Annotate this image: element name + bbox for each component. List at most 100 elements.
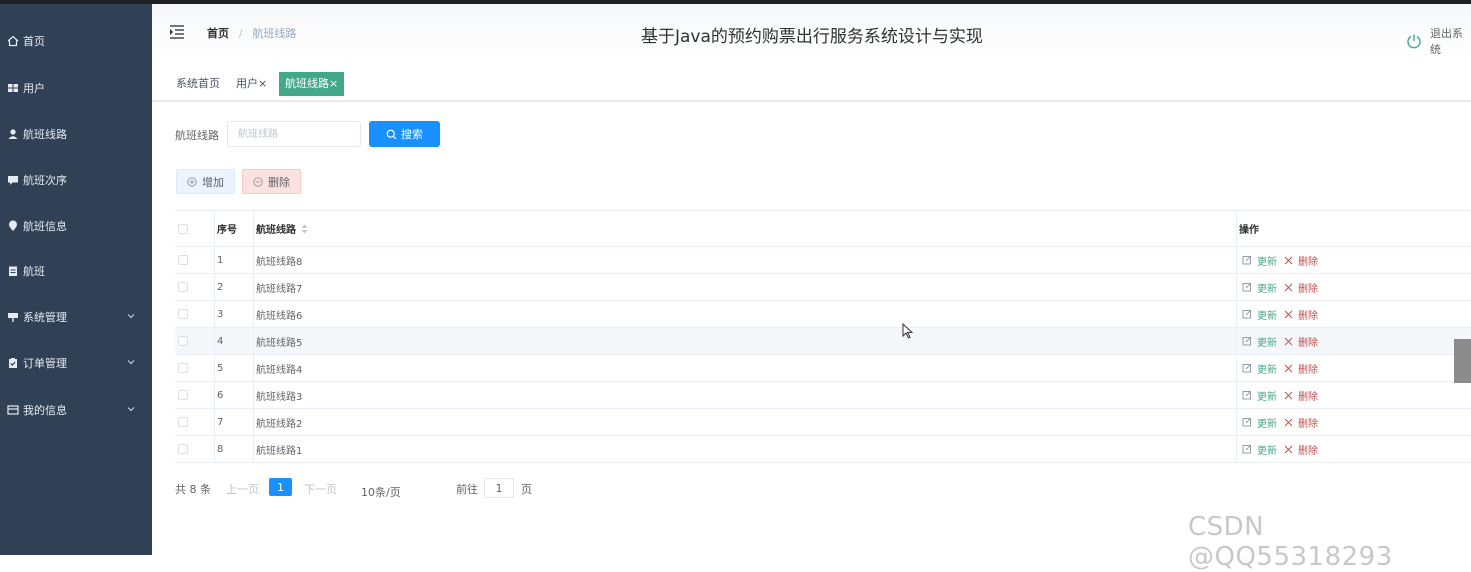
tag-system-home[interactable]: 系统首页 bbox=[172, 72, 224, 96]
add-button[interactable]: 增加 bbox=[176, 169, 235, 194]
table-header-row: 序号 航班线路 操作 bbox=[175, 210, 1471, 247]
row-edit-button[interactable]: 更新 bbox=[1242, 415, 1277, 430]
page-unit-label: 页 bbox=[521, 483, 532, 496]
chevron-down-icon bbox=[126, 357, 136, 370]
row-delete-label: 删除 bbox=[1298, 337, 1318, 349]
column-header-route[interactable]: 航班线路 bbox=[256, 211, 308, 246]
home-icon bbox=[6, 34, 20, 48]
row-checkbox[interactable] bbox=[178, 274, 190, 300]
sidebar-item-label: 我的信息 bbox=[23, 404, 67, 417]
edit-icon bbox=[1242, 444, 1252, 454]
sidebar-item-flight-routes[interactable]: 航班线路 bbox=[0, 114, 152, 154]
chevron-down-icon bbox=[375, 484, 383, 497]
plus-circle-icon bbox=[187, 176, 197, 187]
sidebar-item-flight-info[interactable]: 航班信息 bbox=[0, 206, 152, 246]
top-header: 首页 / 航班线路 基于Java的预约购票出行服务系统设计与实现 退出系统 bbox=[152, 4, 1471, 62]
table-row: 1 航班线路8 更新 删除 bbox=[175, 247, 1471, 274]
mouse-cursor-icon bbox=[902, 322, 914, 343]
watermark: CSDN @QQ55318293 bbox=[1188, 512, 1393, 572]
row-checkbox[interactable] bbox=[178, 436, 190, 462]
row-edit-label: 更新 bbox=[1257, 337, 1277, 349]
row-delete-button[interactable]: 删除 bbox=[1284, 388, 1318, 403]
row-checkbox[interactable] bbox=[178, 409, 190, 435]
row-index: 3 bbox=[217, 308, 224, 320]
row-checkbox[interactable] bbox=[178, 382, 190, 408]
sidebar-item-label: 系统管理 bbox=[23, 311, 67, 324]
row-delete-label: 删除 bbox=[1298, 418, 1318, 430]
row-delete-button[interactable]: 删除 bbox=[1284, 361, 1318, 376]
row-edit-button[interactable]: 更新 bbox=[1242, 334, 1277, 349]
row-index: 7 bbox=[217, 416, 224, 428]
sidebar-item-label: 航班信息 bbox=[23, 220, 67, 233]
row-edit-button[interactable]: 更新 bbox=[1242, 307, 1277, 322]
row-edit-label: 更新 bbox=[1257, 256, 1277, 268]
breadcrumb-home[interactable]: 首页 bbox=[207, 27, 229, 40]
logout-button[interactable]: 退出系统 bbox=[1406, 25, 1471, 57]
scrollbar-thumb[interactable] bbox=[1454, 339, 1471, 383]
minus-circle-icon bbox=[253, 176, 263, 187]
row-index: 4 bbox=[217, 335, 224, 347]
row-edit-button[interactable]: 更新 bbox=[1242, 280, 1277, 295]
sign-icon bbox=[6, 310, 20, 324]
page-number-current[interactable]: 1 bbox=[269, 478, 292, 496]
search-button[interactable]: 搜索 bbox=[369, 121, 440, 147]
row-actions: 更新 删除 bbox=[1239, 274, 1318, 300]
edit-icon bbox=[1242, 363, 1252, 373]
close-icon bbox=[1284, 283, 1293, 292]
row-delete-button[interactable]: 删除 bbox=[1284, 253, 1318, 268]
sidebar-item-users[interactable]: 用户 bbox=[0, 68, 152, 108]
table-row: 6 航班线路3 更新 删除 bbox=[175, 382, 1471, 409]
search-input[interactable] bbox=[227, 121, 361, 147]
row-delete-button[interactable]: 删除 bbox=[1284, 442, 1318, 457]
tag-flight-routes[interactable]: 航班线路× bbox=[279, 72, 345, 96]
sidebar-item-my-info[interactable]: 我的信息 bbox=[0, 390, 152, 430]
select-all-checkbox[interactable] bbox=[178, 211, 190, 246]
row-delete-label: 删除 bbox=[1298, 364, 1318, 376]
row-checkbox[interactable] bbox=[178, 301, 190, 327]
row-edit-button[interactable]: 更新 bbox=[1242, 388, 1277, 403]
prev-page-button[interactable]: 上一页 bbox=[226, 481, 259, 497]
row-edit-button[interactable]: 更新 bbox=[1242, 442, 1277, 457]
sidebar-item-system-management[interactable]: 系统管理 bbox=[0, 297, 152, 337]
tags-view-bar: 系统首页 用户× 航班线路× bbox=[152, 66, 1471, 102]
row-actions: 更新 删除 bbox=[1239, 247, 1318, 273]
close-icon bbox=[1284, 364, 1293, 373]
menu-toggle-icon[interactable] bbox=[169, 24, 185, 43]
row-delete-button[interactable]: 删除 bbox=[1284, 280, 1318, 295]
row-edit-button[interactable]: 更新 bbox=[1242, 253, 1277, 268]
row-delete-button[interactable]: 删除 bbox=[1284, 415, 1318, 430]
batch-delete-button[interactable]: 删除 bbox=[242, 169, 301, 194]
close-icon bbox=[1284, 337, 1293, 346]
column-header-route-label: 航班线路 bbox=[256, 225, 296, 236]
search-label: 航班线路 bbox=[175, 129, 219, 142]
row-delete-button[interactable]: 删除 bbox=[1284, 307, 1318, 322]
goto-page-input[interactable]: 1 bbox=[484, 478, 514, 498]
data-table: 序号 航班线路 操作 1 航班线路8 更新 删除 2 航班线路7 更新 删除 3 航班线路6 更新删… bbox=[175, 210, 1471, 463]
sidebar-item-order-management[interactable]: 订单管理 bbox=[0, 343, 152, 383]
edit-icon bbox=[1242, 309, 1252, 319]
chevron-down-icon bbox=[126, 404, 136, 417]
sidebar-item-flight-order[interactable]: 航班次序 bbox=[0, 160, 152, 200]
row-delete-button[interactable]: 删除 bbox=[1284, 334, 1318, 349]
row-actions: 更新 删除 bbox=[1239, 436, 1318, 462]
sidebar-item-home[interactable]: 首页 bbox=[0, 21, 152, 61]
logout-label: 退出系统 bbox=[1430, 27, 1463, 56]
edit-icon bbox=[1242, 255, 1252, 265]
sidebar-item-flights[interactable]: 航班 bbox=[0, 251, 152, 291]
row-checkbox[interactable] bbox=[178, 328, 190, 354]
row-index: 5 bbox=[217, 362, 224, 374]
row-checkbox[interactable] bbox=[178, 247, 190, 273]
row-actions: 更新 删除 bbox=[1239, 301, 1318, 327]
pagination-total: 共 8 条 bbox=[175, 483, 211, 496]
row-edit-label: 更新 bbox=[1257, 391, 1277, 403]
next-page-button[interactable]: 下一页 bbox=[304, 481, 337, 497]
row-edit-button[interactable]: 更新 bbox=[1242, 361, 1277, 376]
row-edit-label: 更新 bbox=[1257, 283, 1277, 295]
sort-icon[interactable] bbox=[301, 224, 308, 234]
row-index: 8 bbox=[217, 443, 224, 455]
tag-users[interactable]: 用户× bbox=[232, 72, 271, 96]
row-checkbox[interactable] bbox=[178, 355, 190, 381]
row-route-name: 航班线路3 bbox=[256, 391, 303, 403]
sidebar-item-label: 航班 bbox=[23, 265, 45, 278]
sidebar-item-label: 用户 bbox=[23, 82, 45, 95]
